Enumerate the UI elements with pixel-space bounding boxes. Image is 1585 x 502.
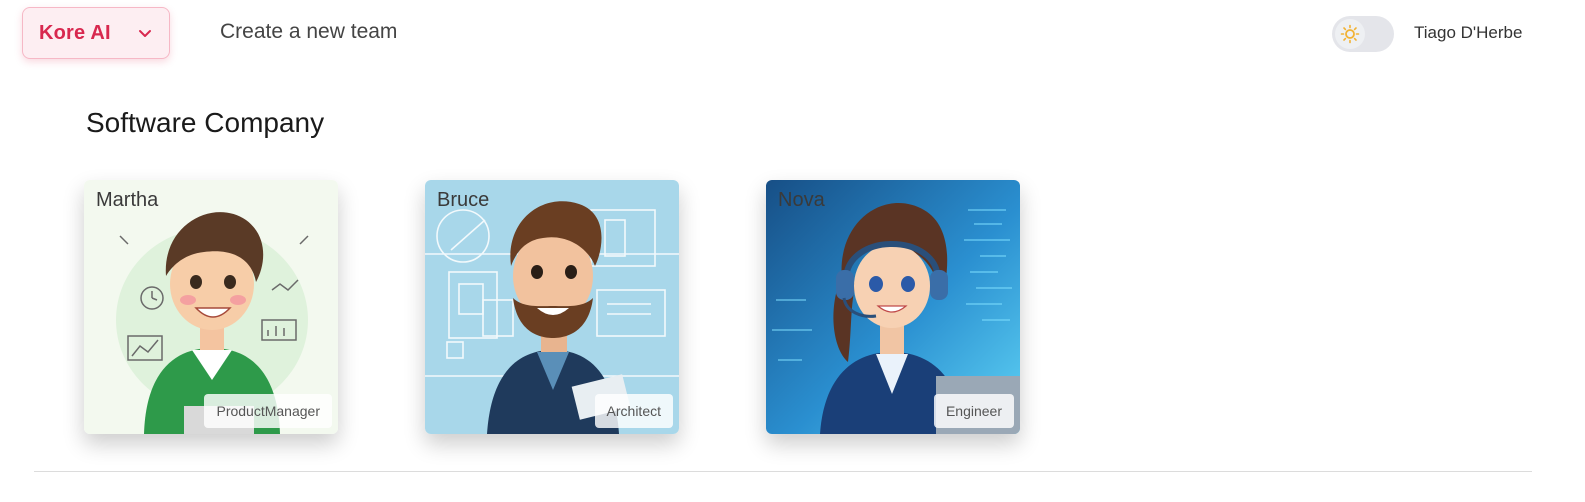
member-role-badge: Architect — [594, 394, 673, 428]
member-name: Nova — [778, 189, 825, 211]
create-team-link[interactable]: Create a new team — [220, 20, 397, 44]
member-role-badge: Engineer — [933, 394, 1014, 428]
member-card-nova[interactable]: Nova Engineer — [766, 180, 1020, 434]
team-title: Software Company — [86, 107, 325, 138]
top-bar: Kore AI Create a new team Tiago D'Herbe — [0, 0, 1585, 70]
theme-toggle[interactable] — [1332, 16, 1394, 52]
member-name: Martha — [96, 189, 159, 211]
user-menu[interactable]: Tiago D'Herbe — [1414, 23, 1522, 43]
section-divider — [34, 471, 1532, 472]
org-selector[interactable]: Kore AI — [22, 7, 170, 59]
sun-icon — [1340, 24, 1360, 44]
chevron-down-icon — [139, 30, 151, 37]
member-name: Bruce — [437, 189, 490, 211]
member-card-martha[interactable]: Martha ProductManager — [84, 180, 338, 434]
toggle-knob — [1335, 19, 1365, 49]
org-name: Kore AI — [39, 21, 111, 44]
member-role-badge: ProductManager — [204, 394, 332, 428]
member-card-bruce[interactable]: Bruce Architect — [425, 180, 679, 434]
